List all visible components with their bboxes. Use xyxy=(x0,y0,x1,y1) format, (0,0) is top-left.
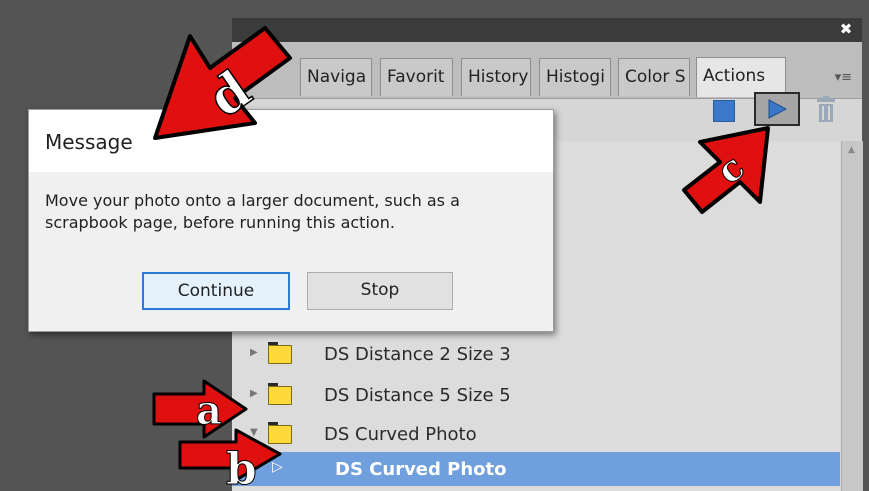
stop-button[interactable]: Stop xyxy=(307,272,453,310)
panel-menu-icon[interactable]: ▾≡ xyxy=(834,70,852,86)
annotation-letter-b: b xyxy=(226,444,257,491)
dialog-message: Move your photo onto a larger document, … xyxy=(45,191,460,232)
tab-history[interactable]: History xyxy=(461,58,531,96)
annotation-arrow-b: b xyxy=(178,428,282,491)
close-icon[interactable]: ✖ xyxy=(838,20,854,38)
continue-button[interactable]: Continue xyxy=(142,272,290,310)
expand-triangle-icon[interactable]: ▶ xyxy=(250,388,258,399)
action-set-label: DS Distance 5 Size 5 xyxy=(324,385,511,406)
list-item[interactable]: ▼ DS Curved Photo xyxy=(232,417,840,455)
action-label: DS Curved Photo xyxy=(335,459,507,480)
scrollbar[interactable] xyxy=(841,141,863,491)
panel-titlebar: ✖ xyxy=(232,18,862,42)
tab-actions[interactable]: Actions xyxy=(696,57,786,97)
list-item[interactable]: ▶ DS Distance 5 Size 5 xyxy=(232,378,840,416)
list-item-selected[interactable]: ▷ DS Curved Photo xyxy=(232,452,840,486)
tab-histogram[interactable]: Histogi xyxy=(539,58,611,96)
panel-tabbar: Naviga Favorit History Histogi Color S A… xyxy=(232,42,862,99)
annotation-arrow-d: d xyxy=(153,26,292,140)
tab-favorites[interactable]: Favorit xyxy=(380,58,453,96)
scroll-up-icon[interactable]: ▲ xyxy=(841,141,862,159)
list-item[interactable]: ▶ DS Distance 2 Size 3 xyxy=(232,337,840,375)
dialog-title: Message xyxy=(45,130,133,154)
tab-color-swatches[interactable]: Color S xyxy=(618,58,690,96)
action-set-label: DS Distance 2 Size 3 xyxy=(324,344,511,365)
stop-square-icon[interactable] xyxy=(713,100,735,122)
folder-icon xyxy=(268,383,292,405)
folder-icon xyxy=(268,342,292,364)
annotation-arrow-c: c xyxy=(682,126,770,214)
annotation-letter-a: a xyxy=(196,387,222,434)
action-set-label: DS Curved Photo xyxy=(324,424,477,445)
expand-triangle-icon[interactable]: ▶ xyxy=(250,347,258,358)
trash-icon[interactable] xyxy=(814,96,838,124)
tab-navigator[interactable]: Naviga xyxy=(300,58,372,96)
